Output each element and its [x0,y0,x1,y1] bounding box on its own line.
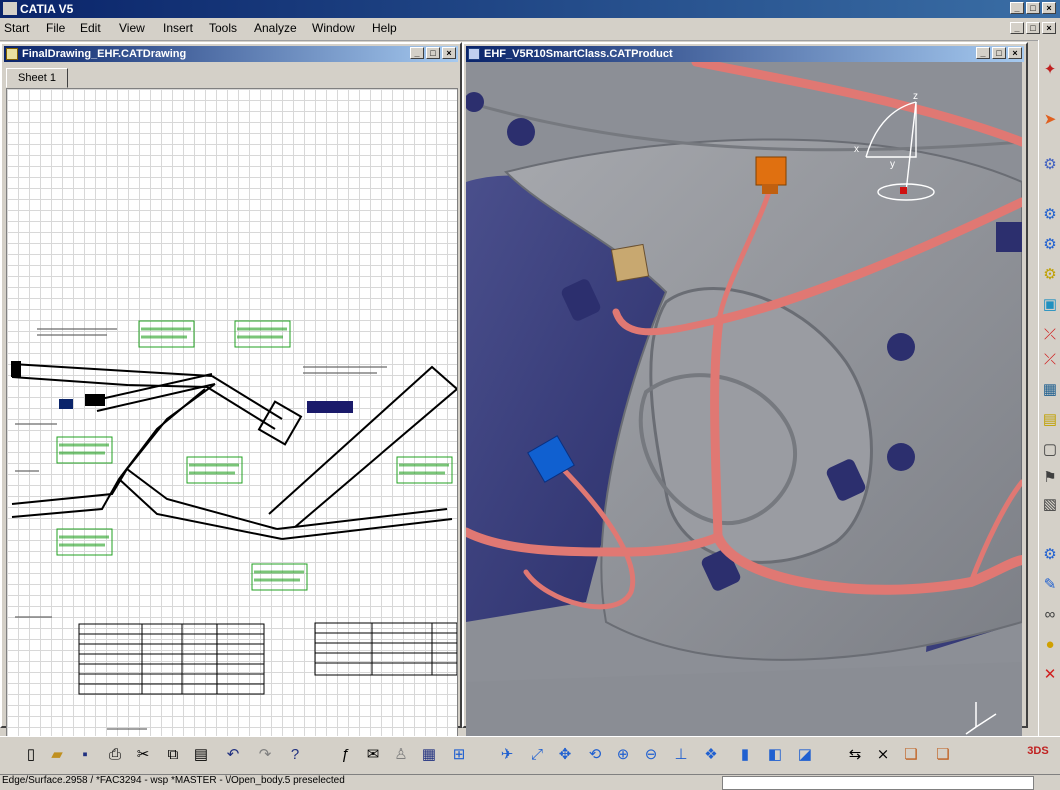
glasses-icon[interactable]: ∞ [1039,605,1060,625]
bundle-icon[interactable]: ⚙ [1039,155,1060,175]
drawing-minimize-button[interactable]: _ [410,47,424,59]
bulb-icon[interactable]: ● [1039,635,1060,655]
select-tool-icon[interactable]: ❏ [900,745,922,765]
comment-icon[interactable]: ✉ [362,745,384,765]
menu-window[interactable]: Window [312,21,355,35]
product-window-title-bar[interactable]: EHF_V5R10SmartClass.CATProduct _ □ × [466,46,1024,62]
view-cube-icon[interactable]: ▮ [734,745,756,765]
doc-close-button[interactable]: × [1042,22,1056,34]
route-icon[interactable]: ⚙ [1039,205,1060,225]
whats-this-icon[interactable]: ? [284,745,306,765]
fit-icon[interactable]: ▢ [1039,440,1060,460]
protection-icon[interactable]: ▣ [1039,295,1060,315]
cut-icon[interactable]: ✂ [132,745,154,765]
drawing-window-title: FinalDrawing_EHF.CATDrawing [22,48,187,60]
close-button[interactable]: × [1042,2,1056,14]
compass-z-label: z [913,91,918,102]
swap-space-icon[interactable]: ⇆ [844,745,866,765]
harness-flattened-drawing[interactable] [7,89,457,765]
flex-icon[interactable]: ⤫ [1039,350,1060,370]
rotate-icon[interactable]: ⟲ [584,745,606,765]
pan-icon[interactable]: ✥ [554,745,576,765]
network-icon[interactable]: ⚙ [1039,545,1060,565]
print-icon[interactable]: ⎙ [104,745,126,765]
fit-all-icon[interactable]: ⤢ [526,745,548,765]
product-minimize-button[interactable]: _ [976,47,990,59]
3ds-catia-logo: 3DS [1027,745,1049,757]
app-title: CATIA V5 [20,2,74,16]
menu-help[interactable]: Help [372,21,397,35]
compass-x-label: x [854,144,859,155]
tree-icon[interactable]: ⊞ [448,745,470,765]
multi-view-icon[interactable]: ❖ [700,745,722,765]
maximize-button[interactable]: □ [1026,2,1040,14]
compass-y-label: y [890,159,895,170]
menu-file[interactable]: File [46,21,65,35]
redo-icon[interactable]: ↷ [254,745,276,765]
menu-view[interactable]: View [119,21,145,35]
select-icon[interactable]: ✦ [1039,60,1060,80]
standard-toolbar: ▯ ▰ ▪ ⎙ ✂ ⧉ ▤ ↶ ↷ ? ƒ ✉ ♙ ▦ ⊞ ✈ ⤢ ✥ ⟲ ⊕ … [0,736,1060,775]
undo-icon[interactable]: ↶ [222,745,244,765]
drawing-window: FinalDrawing_EHF.CATDrawing _ □ × Sheet … [0,42,462,766]
drawing-sheet[interactable] [6,88,458,766]
pen-icon[interactable]: ✎ [1039,575,1060,595]
drawing-doc-icon [6,48,18,60]
connector-beige[interactable] [610,243,650,283]
menu-bar: Start File Edit View Insert Tools Analyz… [0,18,1060,41]
cancel-icon[interactable]: ✕ [1039,665,1060,685]
open-icon[interactable]: ▰ [46,745,68,765]
drawing-close-button[interactable]: × [442,47,456,59]
door-panel-3d-model[interactable]: z x y [466,62,1022,768]
product-close-button[interactable]: × [1008,47,1022,59]
new-icon[interactable]: ▯ [20,745,42,765]
doc-restore-button[interactable]: □ [1026,22,1040,34]
formula-icon[interactable]: ƒ [334,745,356,765]
drawing-window-title-bar[interactable]: FinalDrawing_EHF.CATDrawing _ □ × [4,46,458,62]
snap-icon[interactable]: ⨯ [872,745,894,765]
local-slack-icon[interactable]: ▦ [1039,380,1060,400]
analysis-icon[interactable]: ▤ [1039,410,1060,430]
product-doc-icon [468,48,480,60]
tab-sheet-1[interactable]: Sheet 1 [6,68,68,88]
product-window: EHF_V5R10SmartClass.CATProduct _ □ × z x… [462,42,1028,768]
paste-icon[interactable]: ▤ [190,745,212,765]
zoom-out-icon[interactable]: ⊖ [640,745,662,765]
menu-edit[interactable]: Edit [80,21,101,35]
sheet-icon[interactable]: ▧ [1039,495,1060,515]
tape-icon[interactable]: ⤫ [1039,325,1060,345]
menu-tools[interactable]: Tools [209,21,237,35]
render-style-icon[interactable]: ◧ [764,745,786,765]
catalog-browser-icon[interactable]: ❏ [932,745,954,765]
product-window-title: EHF_V5R10SmartClass.CATProduct [484,48,673,60]
status-text: Edge/Surface.2958 / *FAC3294 - wsp *MAST… [2,775,345,786]
catalog-icon[interactable]: ⚑ [1039,468,1060,488]
3d-viewport[interactable]: z x y [466,62,1022,768]
normal-view-icon[interactable]: ⊥ [670,745,692,765]
save-icon[interactable]: ▪ [74,745,96,765]
minimize-button[interactable]: _ [1010,2,1024,14]
connector-icon[interactable]: ⚙ [1039,265,1060,285]
app-title-bar: CATIA V5 _ □ × [0,0,1060,18]
menu-start[interactable]: Start [4,21,29,35]
catia-app-icon [3,2,17,15]
hide-show-icon[interactable]: ◪ [794,745,816,765]
harness-icon[interactable]: ➤ [1039,110,1060,130]
menu-analyze[interactable]: Analyze [254,21,297,35]
drawing-maximize-button[interactable]: □ [426,47,440,59]
measure-icon[interactable]: ▦ [418,745,440,765]
product-maximize-button[interactable]: □ [992,47,1006,59]
copy-icon[interactable]: ⧉ [162,745,184,765]
branch-icon[interactable]: ⚙ [1039,235,1060,255]
zoom-in-icon[interactable]: ⊕ [612,745,634,765]
doc-minimize-button[interactable]: _ [1010,22,1024,34]
status-bar: Edge/Surface.2958 / *FAC3294 - wsp *MAST… [0,774,1060,790]
right-toolbar: ✦ ➤ ⚙ ⚙ ⚙ ⚙ ▣ ⤫ ⤫ ▦ ▤ ▢ ⚑ ▧ ⚙ ✎ ∞ ● ✕ [1038,40,1060,736]
fly-icon[interactable]: ✈ [496,745,518,765]
menu-insert[interactable]: Insert [163,21,193,35]
knowledge-icon[interactable]: ♙ [390,745,412,765]
